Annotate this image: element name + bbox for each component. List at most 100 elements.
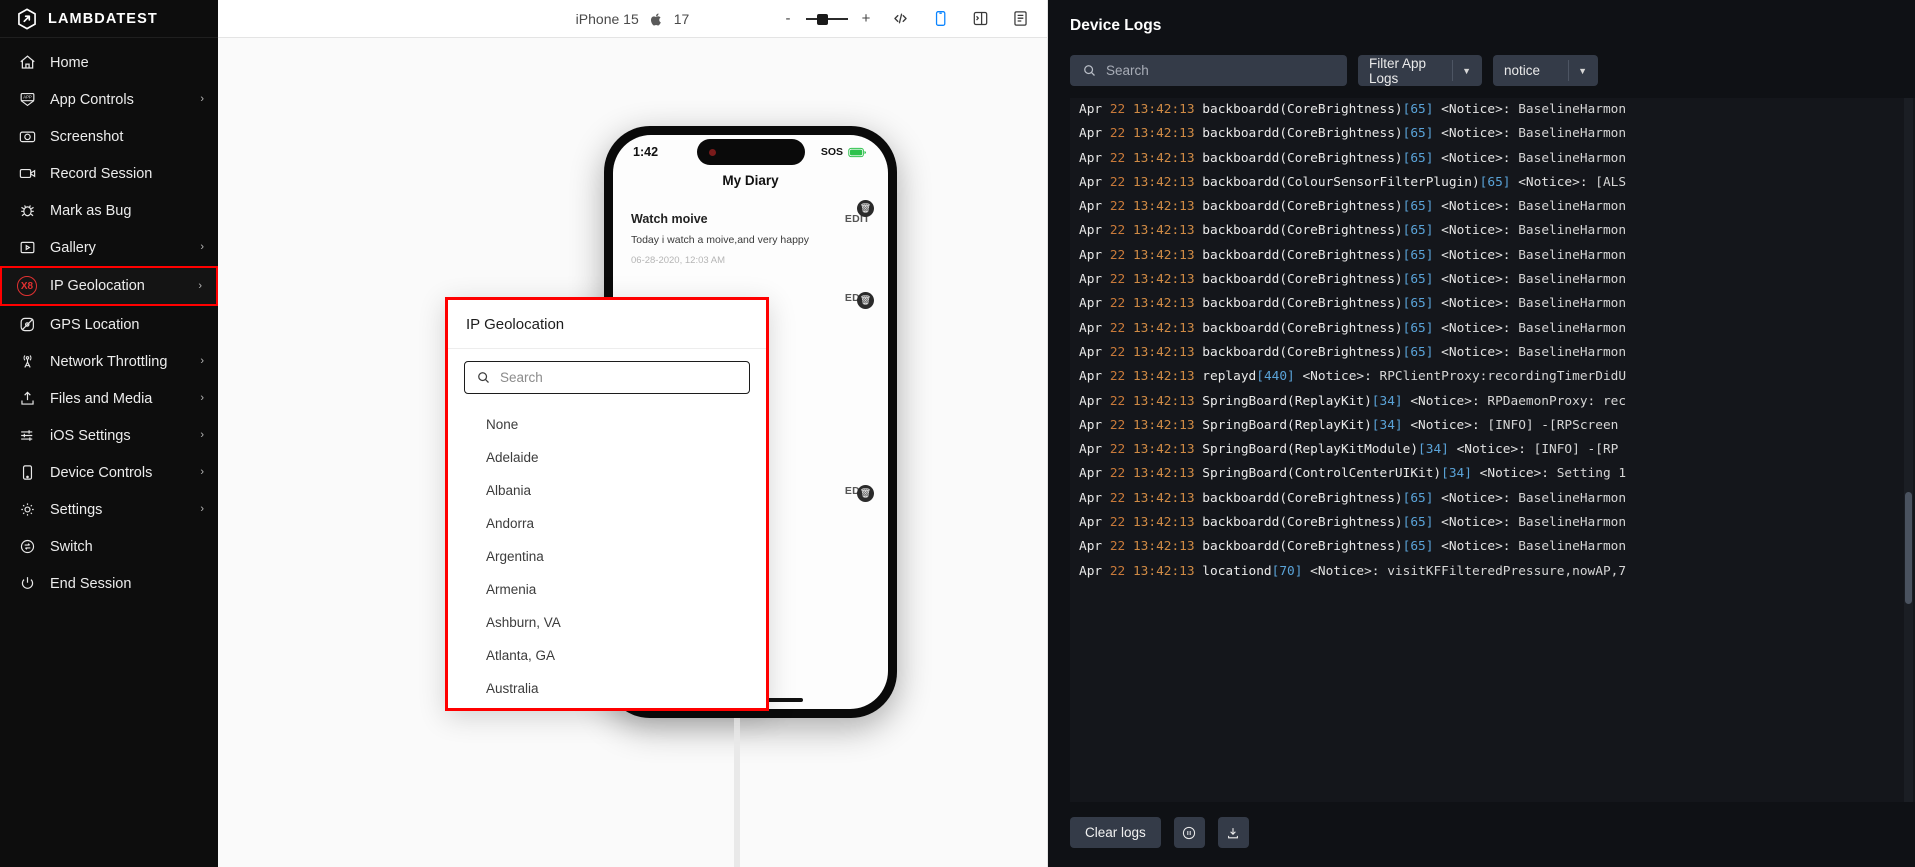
device-logs-panel: Device Logs Filter App Logs ▼ notice ▼ [1047,0,1915,867]
zoom-slider-knob[interactable] [817,13,828,25]
log-day: 22 [1109,126,1133,142]
log-level-dropdown[interactable]: notice ▼ [1493,55,1598,86]
sidebar-item-mark-as-bug[interactable]: Mark as Bug [0,192,218,229]
delete-entry-icon[interactable]: 🗑 [857,292,874,310]
log-process: backboardd(CoreBrightness) [1202,223,1403,239]
delete-entry-icon[interactable]: 🗑 [857,485,874,503]
clear-logs-button[interactable]: Clear logs [1070,817,1161,848]
geo-option[interactable]: Andorra [448,507,766,540]
log-pid: [65] [1402,102,1442,117]
geo-option[interactable]: Armenia [448,573,766,606]
pause-icon[interactable] [1173,817,1205,848]
sidebar-item-label: IP Geolocation [50,278,145,294]
log-process: backboardd(ColourSensorFilterPlugin) [1202,174,1480,190]
geo-location-list[interactable]: None Adelaide Albania Andorra Argentina … [448,404,766,708]
diary-app-title: My Diary [722,173,779,188]
sidebar-item-label: App Controls [50,91,134,108]
delete-entry-icon[interactable]: 🗑 [857,200,874,217]
logs-toolbar: Filter App Logs ▼ notice ▼ [1048,47,1915,98]
geo-search-input[interactable] [500,370,738,385]
dynamic-island [696,139,805,165]
log-lines: Apr 22 13:42:13 backboardd(CoreBrightnes… [1070,98,1915,584]
log-process: SpringBoard(ReplayKit) [1202,393,1372,409]
log-time: 13:42:13 [1132,174,1203,190]
sidebar-item-gps-location[interactable]: GPS Location [0,306,218,343]
log-tag: <Notice>: [1410,393,1488,409]
geo-option[interactable]: Adelaide [448,441,766,474]
log-day: 22 [1109,563,1133,579]
logs-scrollbar-thumb[interactable] [1905,492,1912,605]
zoom-slider[interactable] [806,12,848,26]
log-pid: [65] [1402,150,1442,166]
chevron-down-icon: ▼ [1578,65,1587,76]
log-process: backboardd(CoreBrightness) [1202,199,1403,215]
logs-output[interactable]: Apr 22 13:42:13 backboardd(CoreBrightnes… [1070,98,1915,802]
log-tag: <Notice>: [1441,150,1519,166]
sidebar-item-label: End Session [50,575,132,592]
logs-scrollbar[interactable] [1904,98,1913,802]
app-controls-icon: APP [17,90,37,110]
geo-option[interactable]: Ashburn, VA [448,606,766,639]
power-icon [17,574,37,594]
devtools-icon[interactable] [967,6,993,32]
sidebar-item-ip-geolocation[interactable]: X8 IP Geolocation › [0,266,218,306]
log-process: backboardd(CoreBrightness) [1202,490,1403,506]
log-message: visitKFFilteredPressure,nowAP,7 [1387,563,1627,579]
log-tag: <Notice>: [1441,272,1519,288]
geo-option[interactable]: Atlanta, GA [448,639,766,672]
download-icon[interactable] [1217,817,1249,848]
x8-badge-icon: X8 [17,276,37,296]
log-month: Apr [1079,563,1110,579]
geo-option[interactable]: None [448,408,766,441]
logs-search-box[interactable] [1070,55,1347,86]
sidebar-item-home[interactable]: Home [0,44,218,81]
sidebar-item-network-throttling[interactable]: Network Throttling › [0,343,218,380]
log-pid: [65] [1402,296,1442,312]
network-signal-icon [17,352,37,372]
sidebar-item-files-and-media[interactable]: Files and Media › [0,380,218,417]
log-day: 22 [1109,320,1133,336]
bug-icon [17,201,37,221]
battery-charging-icon [848,147,868,158]
sidebar-item-settings[interactable]: Settings › [0,491,218,528]
sidebar-item-switch[interactable]: Switch [0,528,218,565]
log-pid: [440] [1256,369,1303,385]
log-time: 13:42:13 [1132,126,1203,142]
zoom-control: - + [781,11,873,26]
log-month: Apr [1079,369,1110,385]
dropdown-divider [1568,60,1569,81]
geo-option[interactable]: Albania [448,474,766,507]
log-message: BaselineHarmon [1518,272,1627,288]
zoom-out-button[interactable]: - [781,11,795,26]
sidebar-item-device-controls[interactable]: Device Controls › [0,454,218,491]
log-time: 13:42:13 [1132,247,1203,263]
home-icon [17,53,37,73]
sidebar-item-app-controls[interactable]: APP App Controls › [0,81,218,118]
document-icon[interactable] [1007,6,1033,32]
sidebar-item-end-session[interactable]: End Session [0,565,218,602]
log-month: Apr [1079,102,1110,117]
logs-search-input[interactable] [1106,63,1335,78]
chevron-right-icon: › [200,392,204,404]
log-process: SpringBoard(ReplayKit) [1202,417,1372,433]
log-time: 13:42:13 [1132,369,1203,385]
log-month: Apr [1079,223,1110,239]
zoom-in-button[interactable]: + [859,11,873,26]
log-process: backboardd(CoreBrightness) [1202,272,1403,288]
log-pid: [70] [1271,563,1311,579]
sidebar-item-ios-settings[interactable]: iOS Settings › [0,417,218,454]
lambdatest-logo-icon [16,7,38,30]
sidebar-item-record-session[interactable]: Record Session [0,155,218,192]
sidebar-item-gallery[interactable]: Gallery › [0,229,218,266]
geo-option[interactable]: Australia [448,672,766,705]
log-line: Apr 22 13:42:13 backboardd(CoreBrightnes… [1070,98,1915,122]
device-screen-icon[interactable] [927,6,953,32]
filter-app-logs-dropdown[interactable]: Filter App Logs ▼ [1358,55,1482,86]
geo-search-box[interactable] [464,361,750,394]
log-time: 13:42:13 [1132,296,1203,312]
log-month: Apr [1079,174,1110,190]
sidebar-item-screenshot[interactable]: Screenshot [0,118,218,155]
search-icon [1082,63,1097,78]
geo-option[interactable]: Argentina [448,540,766,573]
code-icon[interactable] [887,6,913,32]
